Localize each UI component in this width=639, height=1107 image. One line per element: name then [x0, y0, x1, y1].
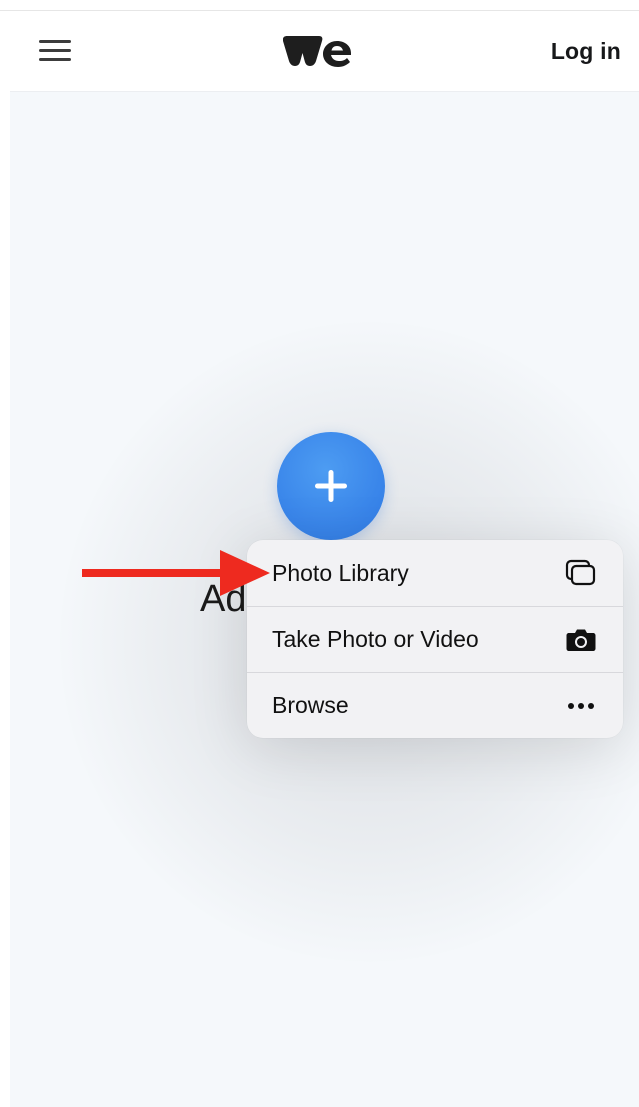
- photo-library-icon: [564, 556, 598, 590]
- screen: Log in Add files Photo Library Take Phot…: [0, 0, 639, 1107]
- app-header: Log in: [10, 11, 639, 92]
- menu-item-browse[interactable]: Browse: [247, 672, 623, 738]
- menu-item-take-photo[interactable]: Take Photo or Video: [247, 606, 623, 672]
- ellipsis-icon: [564, 689, 598, 723]
- hamburger-menu-icon[interactable]: [39, 40, 71, 62]
- login-link[interactable]: Log in: [551, 35, 621, 67]
- menu-item-photo-library[interactable]: Photo Library: [247, 540, 623, 606]
- menu-item-label: Take Photo or Video: [272, 626, 479, 652]
- upload-source-menu: Photo Library Take Photo or Video Browse: [247, 540, 623, 738]
- red-arrow-annotation: [82, 550, 270, 596]
- menu-item-label: Browse: [272, 692, 349, 718]
- camera-icon: [564, 623, 598, 657]
- menu-item-label: Photo Library: [272, 559, 409, 586]
- wetransfer-logo[interactable]: [281, 33, 353, 69]
- add-files-button[interactable]: [277, 432, 385, 540]
- plus-icon: [315, 470, 347, 502]
